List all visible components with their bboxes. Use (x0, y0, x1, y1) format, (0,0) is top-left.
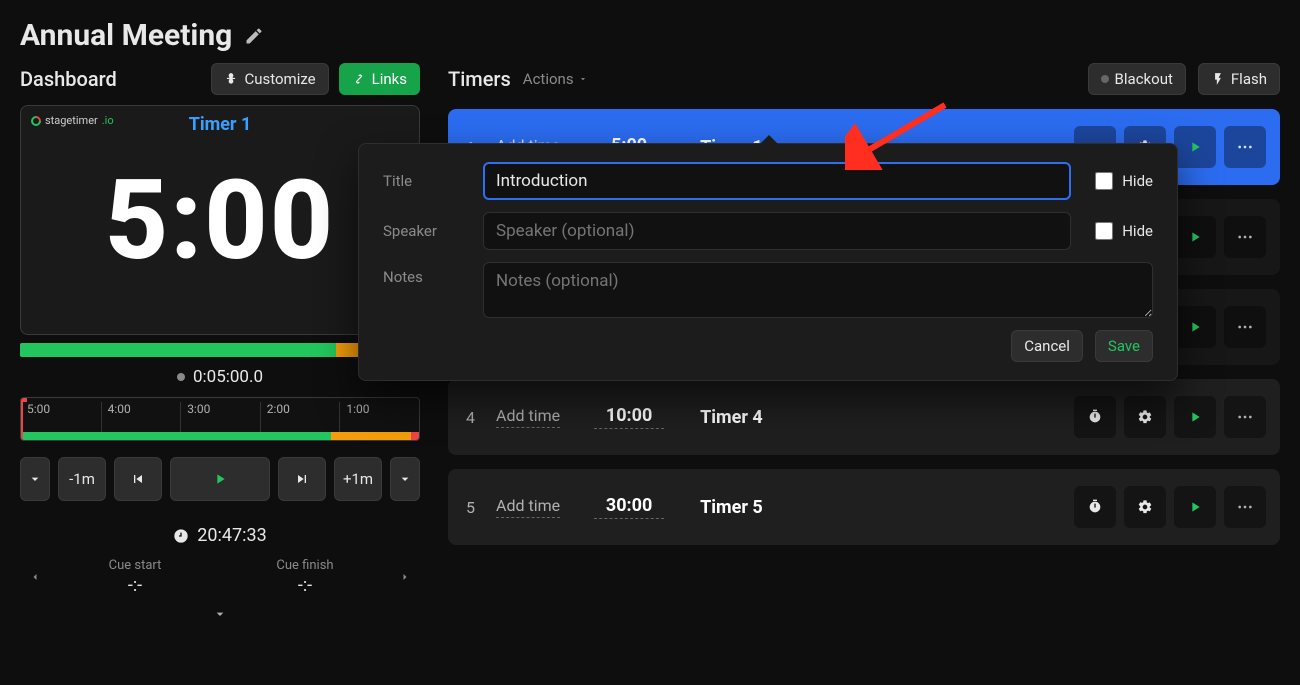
popover-cancel-button[interactable]: Cancel (1011, 330, 1083, 362)
clock-icon (173, 528, 189, 544)
popover-title-input[interactable] (483, 162, 1071, 200)
skip-next-button[interactable] (278, 457, 326, 501)
cue-start-value: -:- (50, 575, 220, 596)
popover-speaker-input[interactable] (483, 212, 1071, 250)
timer-row-duration[interactable]: 10:00 (594, 405, 664, 429)
timers-actions-menu[interactable]: Actions (523, 70, 588, 88)
links-button[interactable]: Links (339, 63, 420, 95)
blackout-dot-icon (1101, 75, 1109, 83)
timeline-cursor[interactable] (21, 398, 23, 440)
timer-row-more-button[interactable] (1224, 306, 1266, 348)
dashboard-label: Dashboard (20, 67, 201, 91)
timer-row-play-button[interactable] (1174, 126, 1216, 168)
blackout-button-label: Blackout (1115, 70, 1173, 88)
popover-notes-textarea[interactable] (483, 262, 1153, 318)
timer-row-add-time[interactable]: Add time (496, 496, 560, 518)
timer-row-name[interactable]: Timer 5 (700, 497, 763, 518)
popover-speaker-hide-label: Hide (1122, 222, 1153, 240)
timer-row-play-button[interactable] (1174, 486, 1216, 528)
timers-actions-label: Actions (523, 70, 574, 88)
transport-controls: -1m +1m (20, 457, 420, 501)
flash-icon (1211, 72, 1225, 86)
minus-1m-button[interactable]: -1m (58, 457, 106, 501)
cue-finish: Cue finish -:- (220, 558, 390, 596)
play-button[interactable] (170, 457, 270, 501)
timer-row-index: 5 (466, 498, 484, 517)
popover-notes-label: Notes (383, 262, 463, 286)
timer-row-add-time[interactable]: Add time (496, 406, 560, 428)
popover-title-hide-checkbox[interactable] (1095, 172, 1113, 190)
customize-button-label: Customize (244, 70, 315, 88)
edit-title-icon[interactable] (244, 26, 264, 46)
timer-row-buttons (1174, 216, 1266, 258)
popover-speaker-hide-checkbox[interactable] (1095, 222, 1113, 240)
timer-row-duration[interactable]: 30:00 (594, 495, 664, 519)
timer-row-play-button[interactable] (1174, 396, 1216, 438)
cue-next-button[interactable] (390, 568, 420, 587)
cue-start-label: Cue start (50, 558, 220, 573)
links-button-label: Links (372, 70, 407, 88)
timer-row-name[interactable]: Timer 4 (700, 407, 763, 428)
cue-finish-value: -:- (220, 575, 390, 596)
skip-prev-button[interactable] (114, 457, 162, 501)
popover-speaker-label: Speaker (383, 222, 463, 240)
cue-start: Cue start -:- (50, 558, 220, 596)
timer-row-play-button[interactable] (1174, 306, 1216, 348)
flash-button-label: Flash (1231, 70, 1267, 88)
timer-row-more-button[interactable] (1224, 126, 1266, 168)
timer-row-more-button[interactable] (1224, 396, 1266, 438)
plus-1m-button[interactable]: +1m (334, 457, 382, 501)
timer-row-buttons (1074, 486, 1266, 528)
popover-save-button[interactable]: Save (1095, 330, 1153, 362)
timer-row-more-button[interactable] (1224, 216, 1266, 258)
timer-row-buttons (1174, 306, 1266, 348)
timer-row-settings-button[interactable] (1124, 396, 1166, 438)
clock-now: 20:47:33 (197, 525, 266, 546)
timer-row-settings-button[interactable] (1124, 486, 1166, 528)
timer-row[interactable]: 5 Add time 30:00 Timer 5 (448, 469, 1280, 545)
cue-finish-label: Cue finish (220, 558, 390, 573)
popover-title-label: Title (383, 172, 463, 190)
popover-speaker-hide[interactable]: Hide (1091, 219, 1153, 243)
customize-button[interactable]: Customize (211, 63, 328, 95)
timer-row[interactable]: 4 Add time 10:00 Timer 4 (448, 379, 1280, 455)
timer-row-index: 4 (466, 408, 484, 427)
cue-expand-button[interactable] (20, 606, 420, 626)
blackout-button[interactable]: Blackout (1088, 63, 1186, 95)
page-title: Annual Meeting (20, 18, 232, 53)
timers-section-title: Timers (448, 67, 511, 91)
flash-button[interactable]: Flash (1198, 63, 1280, 95)
elapsed-time: 0:05:00.0 (193, 367, 263, 387)
plus-1m-menu[interactable] (390, 457, 420, 501)
timer-row-stopwatch-button[interactable] (1074, 396, 1116, 438)
timer-row-play-button[interactable] (1174, 216, 1216, 258)
record-dot-icon (177, 373, 185, 381)
popover-title-hide[interactable]: Hide (1091, 169, 1153, 193)
timer-row-stopwatch-button[interactable] (1074, 486, 1116, 528)
cue-prev-button[interactable] (20, 568, 50, 587)
minus-1m-menu[interactable] (20, 457, 50, 501)
timer-row-more-button[interactable] (1224, 486, 1266, 528)
timer-row-buttons (1074, 396, 1266, 438)
cue-section: 20:47:33 Cue start -:- Cue finish -:- (20, 525, 420, 626)
timer-edit-popover: Title Hide Speaker Hide Notes (358, 143, 1178, 381)
timeline[interactable]: 5:004:003:002:001:00 (20, 397, 420, 441)
popover-title-hide-label: Hide (1122, 172, 1153, 190)
